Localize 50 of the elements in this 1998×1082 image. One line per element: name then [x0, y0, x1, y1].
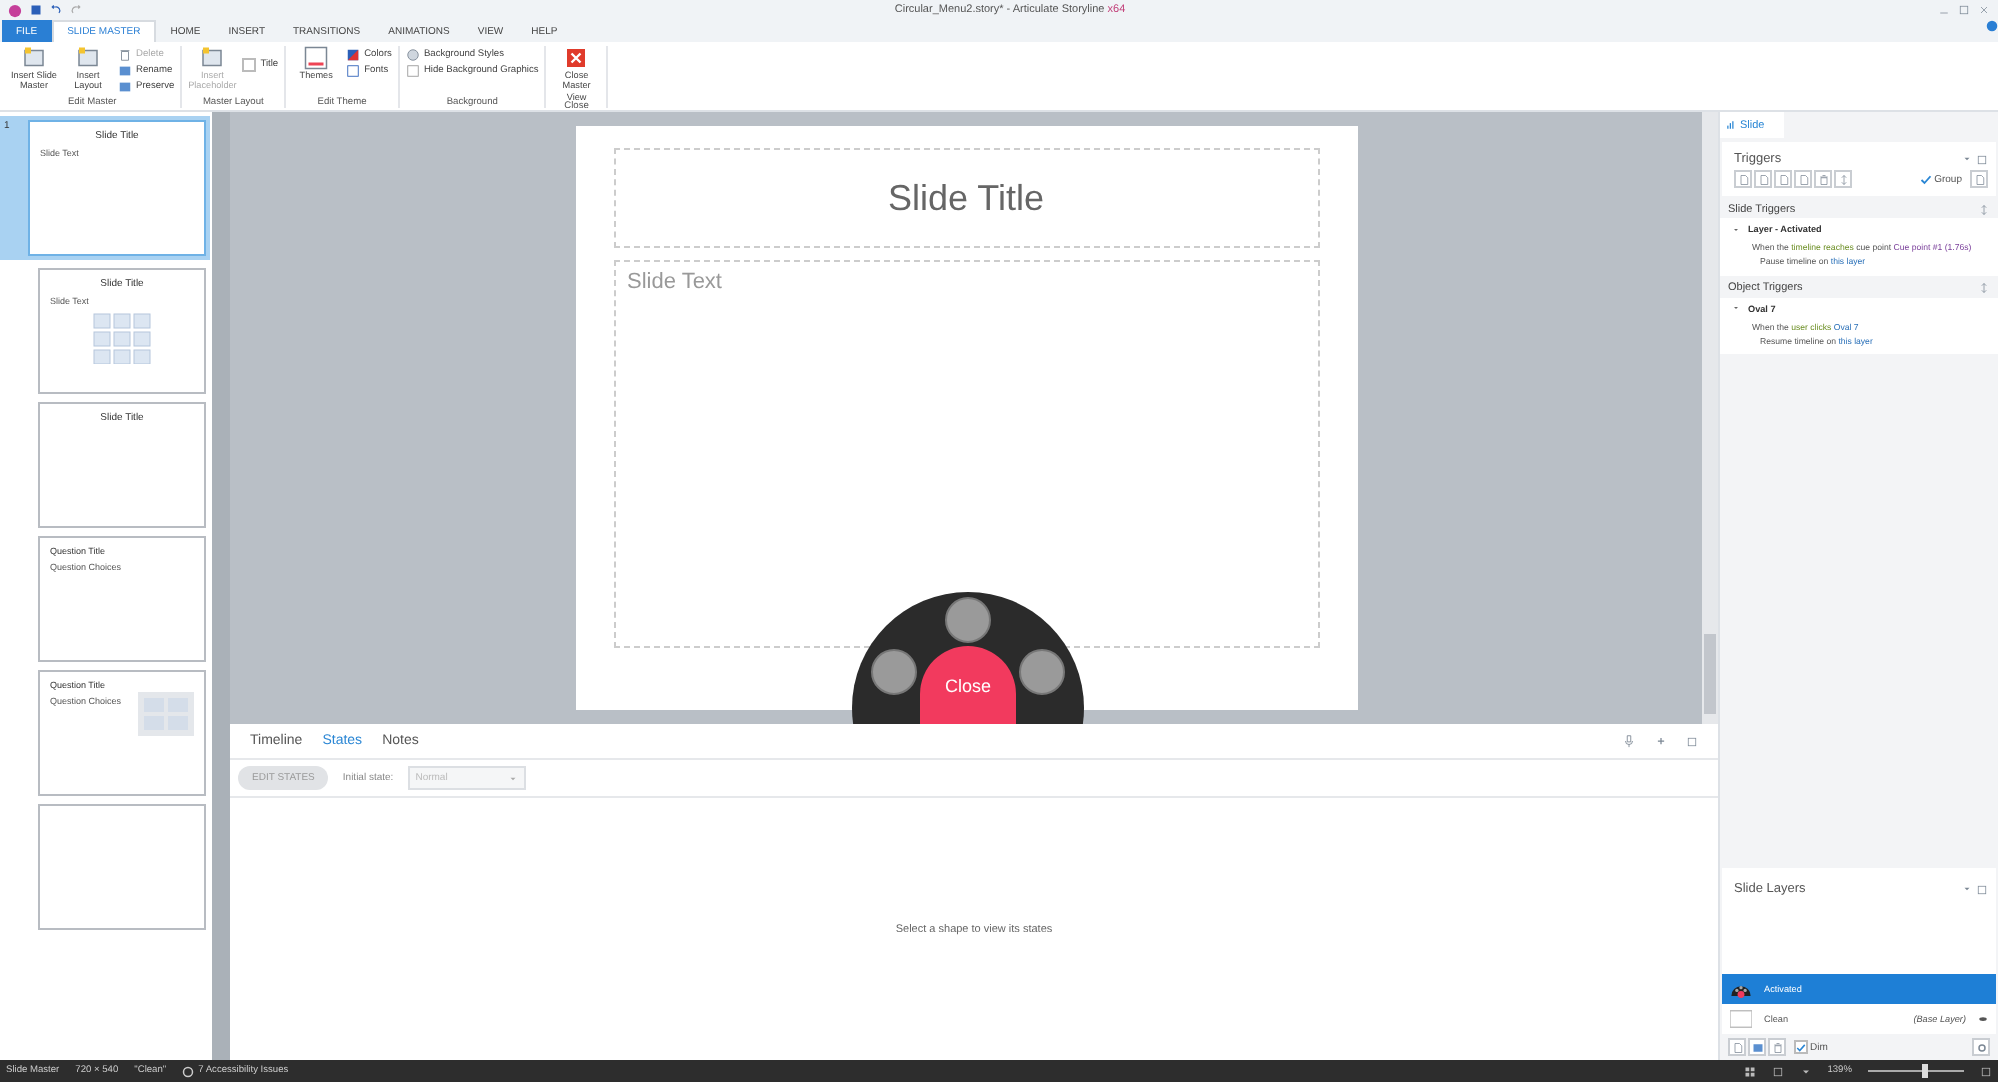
eye-icon	[1978, 1014, 1988, 1024]
trigger-tool-button[interactable]	[1834, 170, 1852, 188]
duplicate-layer-button[interactable]	[1748, 1038, 1766, 1056]
dim-checkbox[interactable]	[1794, 1040, 1808, 1054]
caret-icon	[507, 773, 518, 783]
media-placeholder-drawing	[138, 692, 194, 736]
grip-icon	[1978, 203, 1990, 215]
trash-icon	[1817, 173, 1829, 185]
document-icon	[1731, 1041, 1743, 1053]
panel-splitter[interactable]	[210, 112, 230, 1060]
trigger-tool-button[interactable]	[1814, 170, 1832, 188]
settings-button[interactable]	[1972, 1038, 1990, 1056]
delete-icon	[118, 48, 132, 62]
trigger-tool-button[interactable]	[1754, 170, 1772, 188]
plus-icon	[1656, 736, 1666, 746]
title-placeholder[interactable]: Slide Title	[613, 148, 1319, 248]
bar-chart-icon	[1726, 120, 1736, 130]
restore-icon	[1958, 4, 1971, 16]
group-checkbox[interactable]	[1918, 172, 1933, 186]
layer-thumbnail-icon	[1730, 1008, 1752, 1030]
redo-icon	[70, 4, 82, 16]
trigger-tool-button[interactable]	[1734, 170, 1752, 188]
caret-icon	[1962, 153, 1972, 163]
move-icon	[1837, 173, 1849, 185]
delete-layer-button[interactable]	[1768, 1038, 1786, 1056]
close-icon	[1978, 4, 1991, 16]
save-icon	[30, 4, 42, 16]
restore-icon	[1686, 735, 1698, 747]
microphone-icon	[1622, 734, 1636, 748]
content-placeholder-drawing	[92, 312, 152, 364]
properties-button[interactable]	[1970, 170, 1988, 188]
circle-icon	[405, 48, 420, 62]
restore-icon	[1976, 883, 1988, 895]
trash-icon	[1771, 1041, 1783, 1053]
palette-icon	[346, 48, 361, 62]
accessibility-icon	[182, 1065, 195, 1077]
trigger-tool-button[interactable]	[1794, 170, 1812, 188]
help-icon	[1986, 20, 1998, 32]
grid-icon	[1743, 1065, 1756, 1077]
checkbox-icon	[405, 64, 420, 78]
undo-icon	[50, 4, 62, 16]
caret-icon	[1962, 883, 1972, 893]
slide-thumbnail[interactable]	[38, 804, 206, 930]
new-layer-button[interactable]	[1728, 1038, 1746, 1056]
document-icon	[1973, 173, 1985, 185]
app-icon	[8, 3, 22, 17]
grip-icon	[1978, 282, 1990, 295]
restore-icon	[1976, 153, 1988, 165]
settings-icon	[1975, 1041, 1987, 1053]
trigger-tool-button[interactable]	[1774, 170, 1792, 188]
